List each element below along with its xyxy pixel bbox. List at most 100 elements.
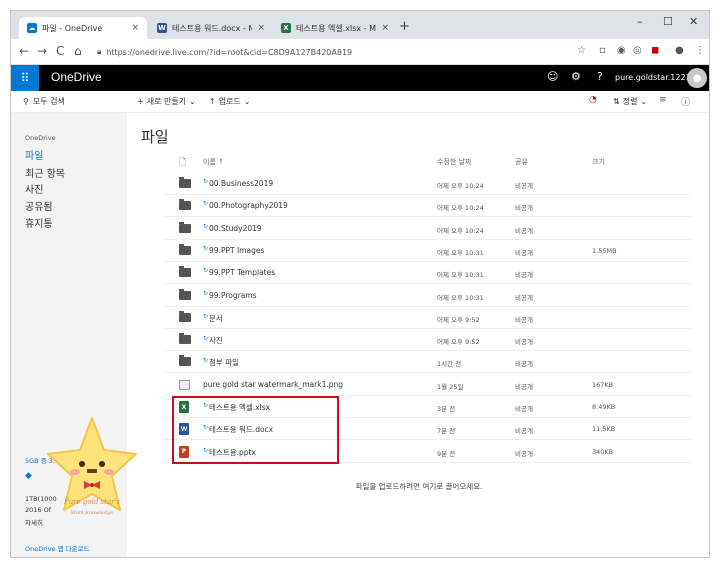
reload-icon[interactable]: C [56, 44, 64, 58]
search-icon: ⚲ [23, 97, 29, 106]
tab-excel[interactable]: X 테스트용 엑셀.xlsx - Microsoft E × [273, 17, 397, 39]
table-row[interactable]: ↻사진 어제 오후 9:52 비공개 [163, 329, 691, 352]
feedback-icon[interactable]: ☺ [547, 70, 558, 83]
brand-title[interactable]: OneDrive [51, 70, 102, 84]
file-modified: 3분 전 [437, 405, 456, 413]
download-app-link[interactable]: OneDrive 앱 다운로드 [25, 543, 90, 553]
file-modified: 어제 오후 10:31 [437, 293, 484, 302]
details-link[interactable]: 자세히 [25, 517, 43, 527]
file-name-text: pure gold star watermark_mark1.png [203, 379, 343, 389]
watermark-line1: Pure gold star's [63, 498, 120, 506]
folder-icon [179, 288, 191, 300]
home-icon[interactable]: ⌂ [74, 44, 82, 58]
upload-icon: ↑ [209, 97, 216, 106]
file-sharing: 비공개 [515, 248, 533, 257]
tab-label: 테스트용 워드.docx - Microsoft [172, 23, 252, 33]
file-sharing: 비공개 [515, 405, 533, 413]
file-name[interactable]: ↻99.PPT Images [203, 245, 264, 255]
close-icon[interactable]: × [381, 23, 389, 33]
file-name-text: 00.Study2019 [209, 223, 262, 233]
folder-icon [179, 177, 191, 188]
file-sharing: 비공개 [515, 360, 533, 369]
file-type-icon[interactable]: 🗋︎ [179, 155, 186, 171]
file-sharing: 비공개 [515, 182, 533, 190]
column-header-size[interactable]: 크기 [592, 157, 605, 167]
extension-icon[interactable]: ◎ [633, 45, 642, 56]
url-field[interactable]: 🔒︎ https://onedrive.live.com/?id=root&ci… [97, 43, 577, 61]
search-label: 모두 검색 [32, 97, 65, 106]
file-name[interactable]: ↻99.PPT Templates [203, 267, 275, 277]
sort-icon: ⇅ [613, 97, 620, 106]
table-row[interactable]: ↻99.Programs 어제 오후 10:31 비공개 [163, 285, 691, 307]
sort-button[interactable]: ⇅ 정렬 ⌄ [613, 96, 647, 107]
extension-icon[interactable]: ▫ [599, 45, 606, 56]
file-name[interactable]: pure gold star watermark_mark1.png [203, 380, 343, 389]
folder-icon [179, 266, 191, 278]
word-icon: W [157, 23, 167, 33]
minimize-icon[interactable]: – [637, 15, 643, 28]
plus-icon: + [137, 97, 144, 106]
search-box[interactable]: ⚲ 모두 검색 [23, 96, 65, 107]
maximize-icon[interactable]: ☐ [663, 15, 673, 28]
view-options-icon[interactable]: ≡ [659, 95, 667, 105]
onedrive-header: ⠿ OneDrive ☺ ⚙ ? pure.goldstar.1221... ● [11, 65, 709, 91]
table-row[interactable]: ↻문서 어제 오후 9:52 비공개 [163, 307, 691, 329]
file-name[interactable]: ↻99.Programs [203, 290, 257, 300]
close-icon[interactable]: × [131, 23, 139, 33]
file-name[interactable]: ↻00.Photography2019 [203, 200, 288, 210]
sync-icon: ↻ [203, 335, 209, 343]
sidebar-item-photos[interactable]: 사진 [25, 181, 43, 196]
table-row[interactable]: pure gold star watermark_mark1.png 1월 25일… [163, 374, 691, 396]
close-icon[interactable]: × [257, 23, 265, 33]
new-tab-button[interactable]: + [399, 19, 410, 34]
table-row[interactable]: ↻99.PPT Templates 어제 오후 10:31 비공개 [163, 262, 691, 285]
breadcrumb[interactable]: OneDrive [25, 134, 56, 142]
upload-button[interactable]: ↑ 업로드 ⌄ [209, 96, 251, 107]
upload-hint: 파일을 업로드하려면 여기로 끌어오세요. [355, 482, 483, 491]
window-close-icon[interactable]: ✕ [689, 15, 698, 28]
sidebar-item-shared[interactable]: 공유됨 [25, 198, 53, 213]
column-header-name[interactable]: 이름 ↑ [203, 157, 224, 167]
table-row[interactable]: ↻00.Photography2019 어제 오후 10:24 비공개 [163, 195, 691, 218]
table-row[interactable]: ↻첨부 파일 1시간 전 비공개 [163, 351, 691, 374]
file-sharing: 비공개 [515, 427, 533, 436]
tab-word[interactable]: W 테스트용 워드.docx - Microsoft × [149, 17, 273, 39]
table-row[interactable]: ↻99.PPT Images 어제 오후 10:31 비공개 1.55MB [163, 240, 691, 262]
chevron-down-icon: ⌄ [189, 97, 196, 106]
file-name[interactable]: ↻문서 [203, 313, 223, 324]
sidebar-item-files[interactable]: 파일 [25, 147, 43, 162]
gear-icon[interactable]: ⚙ [571, 70, 581, 83]
menu-dots-icon[interactable]: ⋮ [695, 45, 705, 56]
command-bar: ⚲ 모두 검색 + 새로 만들기 ⌄ ↑ 업로드 ⌄ ◔ ⇅ 정렬 ⌄ ≡ ⓘ [11, 91, 709, 113]
file-name[interactable]: ↻00.Business2019 [203, 178, 273, 188]
file-modified: 1월 25일 [437, 382, 464, 391]
user-name[interactable]: pure.goldstar.1221... [615, 73, 698, 82]
app-launcher-icon[interactable]: ⠿ [11, 65, 39, 91]
help-icon[interactable]: ? [597, 70, 603, 83]
table-row[interactable]: ↻00.Study2019 어제 오후 10:24 비공개 [163, 218, 691, 240]
back-arrow-icon[interactable]: ← [19, 44, 29, 58]
file-modified: 어제 오후 10:24 [437, 226, 484, 235]
forward-arrow-icon[interactable]: → [37, 44, 47, 58]
file-name[interactable]: ↻사진 [203, 335, 223, 346]
column-header-modified[interactable]: 수정한 날짜 [437, 157, 471, 167]
column-header-sharing[interactable]: 공유 [515, 157, 528, 167]
extension-icon[interactable]: ◼ [651, 45, 659, 56]
profile-icon[interactable]: ● [675, 45, 684, 56]
new-button[interactable]: + 새로 만들기 ⌄ [137, 96, 196, 107]
sidebar-item-recycle-bin[interactable]: 휴지통 [25, 215, 53, 230]
star-icon[interactable]: ☆ [577, 45, 586, 56]
file-modified: 어제 오후 9:52 [437, 338, 480, 347]
table-row[interactable]: ↻00.Business2019 어제 오후 10:24 비공개 [163, 173, 691, 195]
sidebar-item-recent[interactable]: 최근 항목 [25, 165, 65, 180]
file-name[interactable]: ↻첨부 파일 [203, 357, 239, 368]
tab-onedrive[interactable]: ☁ 파일 - OneDrive × [19, 17, 147, 39]
sync-icon: ↻ [203, 357, 209, 365]
info-icon[interactable]: ⓘ [681, 95, 690, 108]
file-modified: 9분 전 [437, 449, 456, 458]
extension-icon[interactable]: ◉ [617, 45, 626, 56]
premium-icon[interactable]: ◔ [589, 95, 597, 105]
file-name[interactable]: ↻00.Study2019 [203, 223, 262, 233]
avatar[interactable]: ● [687, 68, 707, 88]
file-sharing: 비공개 [515, 338, 533, 347]
